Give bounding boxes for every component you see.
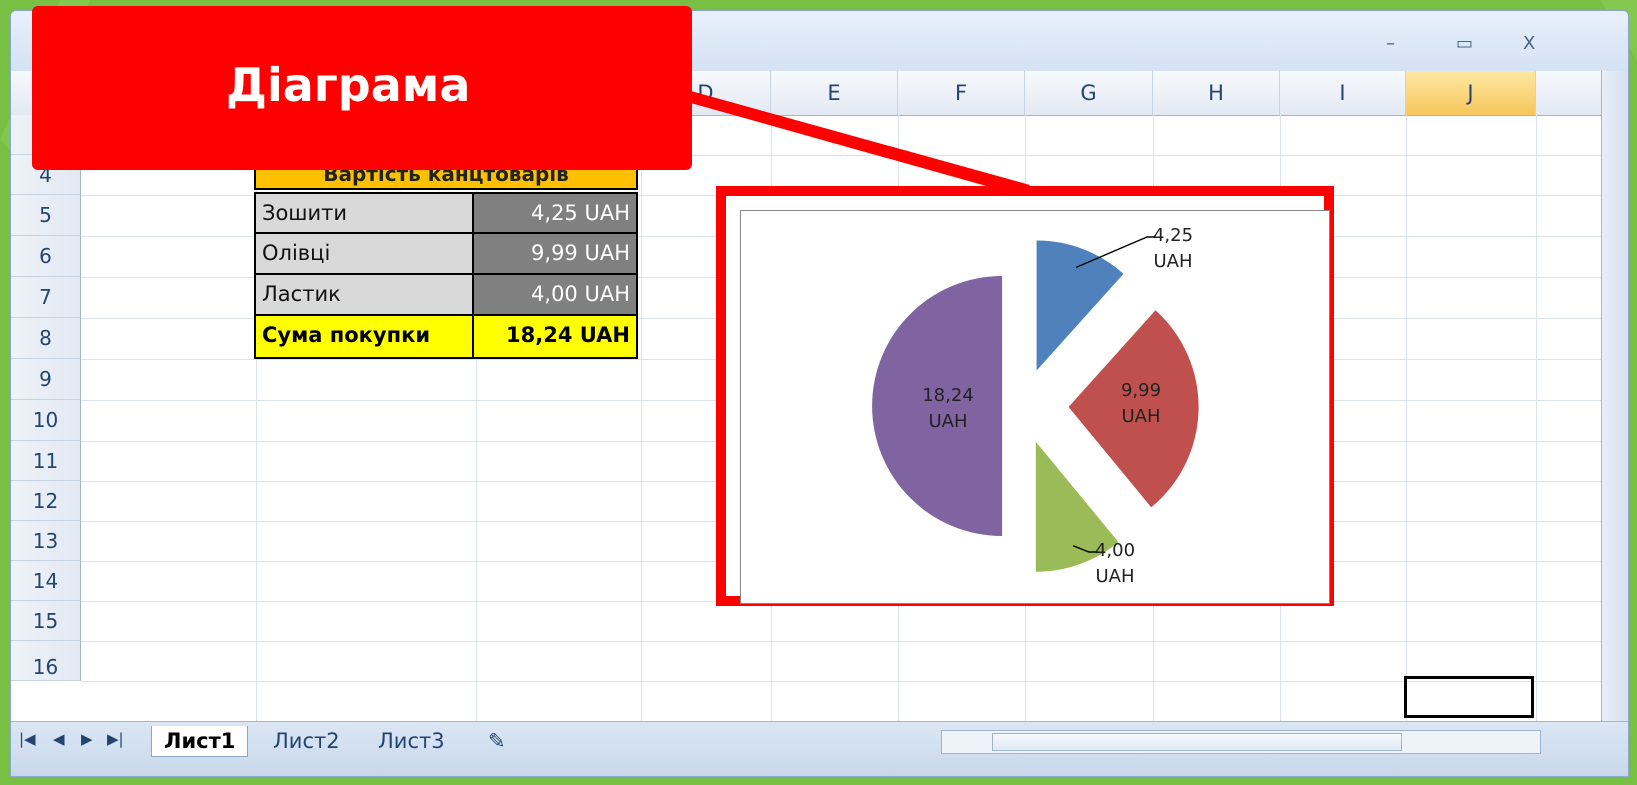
gridline bbox=[1406, 115, 1407, 731]
minimize-button[interactable]: – bbox=[1386, 33, 1395, 54]
column-header-g[interactable]: G bbox=[1025, 71, 1153, 115]
chart-area[interactable]: 4,25 UAH 9,99 UAH 4,00 UAH 18,24 UAH bbox=[740, 210, 1330, 604]
pie-data-label: 4,00 UAH bbox=[1095, 540, 1135, 587]
total-label-cell[interactable]: Сума покупки bbox=[254, 314, 474, 359]
table-value-cell[interactable]: 4,25 UAH bbox=[472, 192, 638, 234]
row-header-7[interactable]: 7 bbox=[11, 277, 81, 318]
horizontal-scrollbar[interactable] bbox=[941, 730, 1541, 754]
gridline bbox=[81, 641, 1601, 642]
column-header-j[interactable]: J bbox=[1406, 71, 1536, 115]
gridline bbox=[1536, 115, 1537, 731]
column-header-h[interactable]: H bbox=[1153, 71, 1280, 115]
row-header-9[interactable]: 9 bbox=[11, 359, 81, 400]
horizontal-scroll-thumb[interactable] bbox=[992, 733, 1402, 751]
column-header-i[interactable]: I bbox=[1280, 71, 1406, 115]
vertical-scrollbar[interactable] bbox=[1601, 71, 1628, 731]
row-header-16[interactable]: 16 bbox=[11, 641, 81, 681]
column-header-f[interactable]: F bbox=[898, 71, 1025, 115]
gridline bbox=[81, 681, 1601, 682]
callout-title: Діаграма bbox=[226, 58, 471, 112]
tab-sheet-2[interactable]: Лист2 bbox=[261, 726, 352, 756]
table-label-cell[interactable]: Ластик bbox=[254, 273, 474, 316]
sheet-bar: |◀ ◀ ▶ ▶| Лист1 Лист2 Лист3 ✎ bbox=[11, 721, 1628, 776]
insert-sheet-icon[interactable]: ✎ bbox=[476, 726, 518, 756]
pie-chart: 4,25 UAH9,99 UAH4,00 UAH18,24 UAH bbox=[872, 225, 1199, 587]
pie-slice[interactable] bbox=[872, 276, 1003, 536]
prev-sheet-icon[interactable]: ◀ bbox=[53, 730, 65, 748]
row-header-10[interactable]: 10 bbox=[11, 400, 81, 441]
tab-sheet-1[interactable]: Лист1 bbox=[151, 726, 249, 757]
next-sheet-icon[interactable]: ▶ bbox=[81, 730, 93, 748]
table-label-cell[interactable]: Олівці bbox=[254, 232, 474, 275]
maximize-button[interactable]: ▭ bbox=[1456, 33, 1473, 54]
column-header-e[interactable]: E bbox=[771, 71, 898, 115]
pie-slice[interactable] bbox=[1036, 240, 1124, 371]
first-sheet-icon[interactable]: |◀ bbox=[19, 730, 36, 748]
row-header-8[interactable]: 8 bbox=[11, 318, 81, 359]
total-value-cell[interactable]: 18,24 UAH bbox=[472, 314, 638, 359]
close-button[interactable]: X bbox=[1523, 33, 1535, 54]
pie-data-label: 4,25 UAH bbox=[1153, 225, 1193, 272]
gridline bbox=[641, 115, 642, 731]
selected-cell[interactable] bbox=[1404, 676, 1534, 718]
last-sheet-icon[interactable]: ▶| bbox=[107, 730, 124, 748]
row-header-5[interactable]: 5 bbox=[11, 195, 81, 236]
row-header-14[interactable]: 14 bbox=[11, 561, 81, 601]
row-header-15[interactable]: 15 bbox=[11, 601, 81, 641]
row-header-13[interactable]: 13 bbox=[11, 521, 81, 561]
tab-sheet-3[interactable]: Лист3 bbox=[366, 726, 457, 756]
table-value-cell[interactable]: 9,99 UAH bbox=[472, 232, 638, 275]
table-value-cell[interactable]: 4,00 UAH bbox=[472, 273, 638, 316]
row-header-12[interactable]: 12 bbox=[11, 481, 81, 521]
row-header-11[interactable]: 11 bbox=[11, 441, 81, 481]
row-header-6[interactable]: 6 bbox=[11, 236, 81, 277]
table-label-cell[interactable]: Зошити bbox=[254, 192, 474, 234]
